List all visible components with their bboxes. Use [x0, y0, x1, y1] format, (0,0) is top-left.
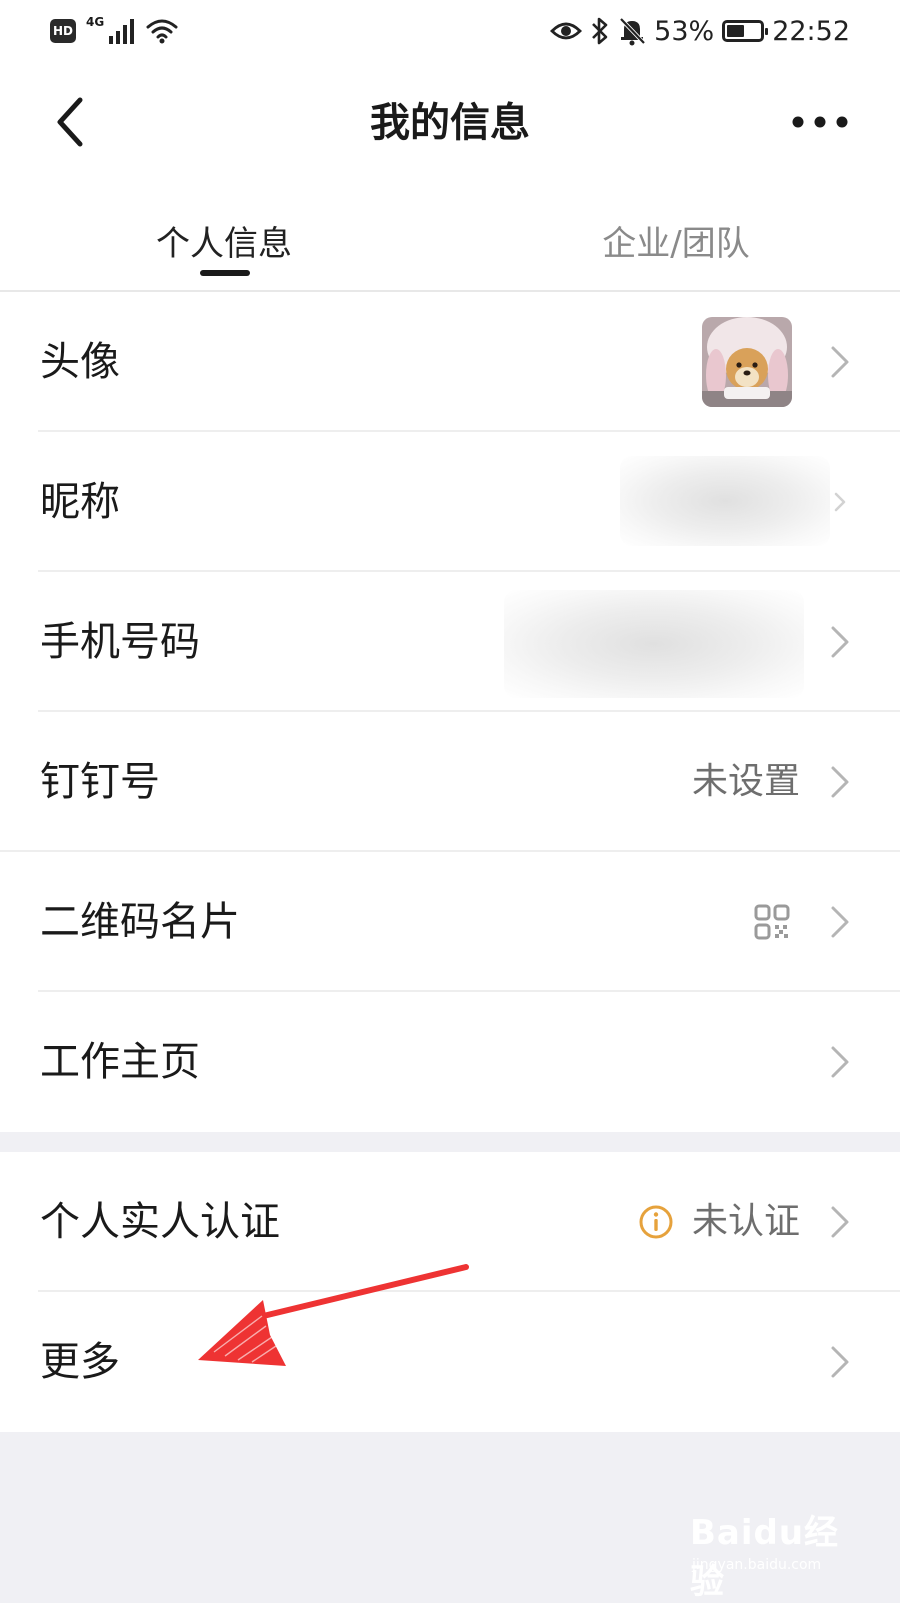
- watermark-brand: Baidu经验: [690, 1513, 840, 1602]
- chevron-right-icon: [820, 902, 860, 942]
- row-label: 个人实人认证: [40, 1199, 280, 1245]
- bluetooth-icon: [592, 17, 608, 45]
- row-nickname[interactable]: 昵称: [0, 432, 900, 572]
- tab-bar: 个人信息 企业/团队: [0, 200, 900, 290]
- row-label: 钉钉号: [40, 759, 160, 805]
- watermark-url: jingyan.baidu.com: [692, 1557, 822, 1573]
- eye-icon: [550, 22, 583, 40]
- blurred-phone-value: [504, 590, 804, 698]
- row-more[interactable]: 更多: [0, 1292, 900, 1432]
- avatar: [702, 317, 792, 407]
- row-label: 更多: [40, 1339, 120, 1385]
- chevron-right-icon: [820, 342, 860, 382]
- info-icon: [639, 1205, 673, 1239]
- row-label: 二维码名片: [40, 899, 240, 945]
- chevron-right-icon: [820, 1042, 860, 1082]
- row-avatar[interactable]: 头像: [0, 292, 900, 432]
- row-label: 昵称: [40, 479, 120, 525]
- status-right: 53% 22:52: [550, 12, 850, 50]
- chevron-right-icon: [820, 482, 860, 522]
- chevron-right-icon: [820, 622, 860, 662]
- tab-personal-info[interactable]: 个人信息: [74, 200, 374, 290]
- row-dingtalk-id[interactable]: 钉钉号 未设置: [0, 712, 900, 852]
- tab-label: 企业/团队: [602, 224, 750, 264]
- nav-header: 我的信息: [0, 62, 900, 182]
- more-button[interactable]: [780, 82, 860, 162]
- status-left: HD 4G: [50, 14, 178, 48]
- blurred-nickname-value: [620, 456, 830, 546]
- tab-label: 个人信息: [156, 224, 292, 264]
- qr-code-icon: [754, 904, 790, 940]
- row-label: 工作主页: [40, 1039, 200, 1085]
- battery-percent: 53%: [654, 15, 715, 47]
- wifi-icon: [146, 19, 178, 44]
- bell-off-icon: [619, 17, 646, 46]
- baidu-jingyan-watermark: Baidu经验 jingyan.baidu.com: [690, 1505, 860, 1602]
- page-title: 我的信息: [370, 100, 530, 146]
- row-label: 头像: [40, 339, 120, 385]
- status-bar: HD 4G 53% 22:52: [0, 0, 900, 62]
- network-type-label: 4G: [86, 15, 105, 29]
- active-tab-indicator: [200, 270, 250, 276]
- hd-icon: HD: [50, 19, 76, 43]
- row-label: 手机号码: [40, 619, 200, 665]
- chevron-right-icon: [820, 762, 860, 802]
- row-value: 未认证: [691, 1201, 800, 1242]
- row-work-homepage[interactable]: 工作主页: [0, 992, 900, 1132]
- chevron-right-icon: [820, 1202, 860, 1242]
- signal-icon: [109, 19, 135, 44]
- status-time: 22:52: [772, 15, 850, 47]
- row-phone-number[interactable]: 手机号码: [0, 572, 900, 712]
- battery-icon: [722, 20, 769, 42]
- chevron-right-icon: [820, 1342, 860, 1382]
- tab-enterprise-team[interactable]: 企业/团队: [526, 200, 826, 290]
- row-real-name-verification[interactable]: 个人实人认证 未认证: [0, 1152, 900, 1292]
- more-dots-icon: [792, 116, 848, 128]
- row-qr-card[interactable]: 二维码名片: [0, 852, 900, 992]
- battery-fill: [727, 25, 745, 37]
- row-value: 未设置: [691, 761, 800, 802]
- profile-list: 头像 昵称 手机号码 钉钉号 未设置 二维码名片 工作主页: [0, 292, 900, 1132]
- verification-list: 个人实人认证 未认证 更多: [0, 1152, 900, 1432]
